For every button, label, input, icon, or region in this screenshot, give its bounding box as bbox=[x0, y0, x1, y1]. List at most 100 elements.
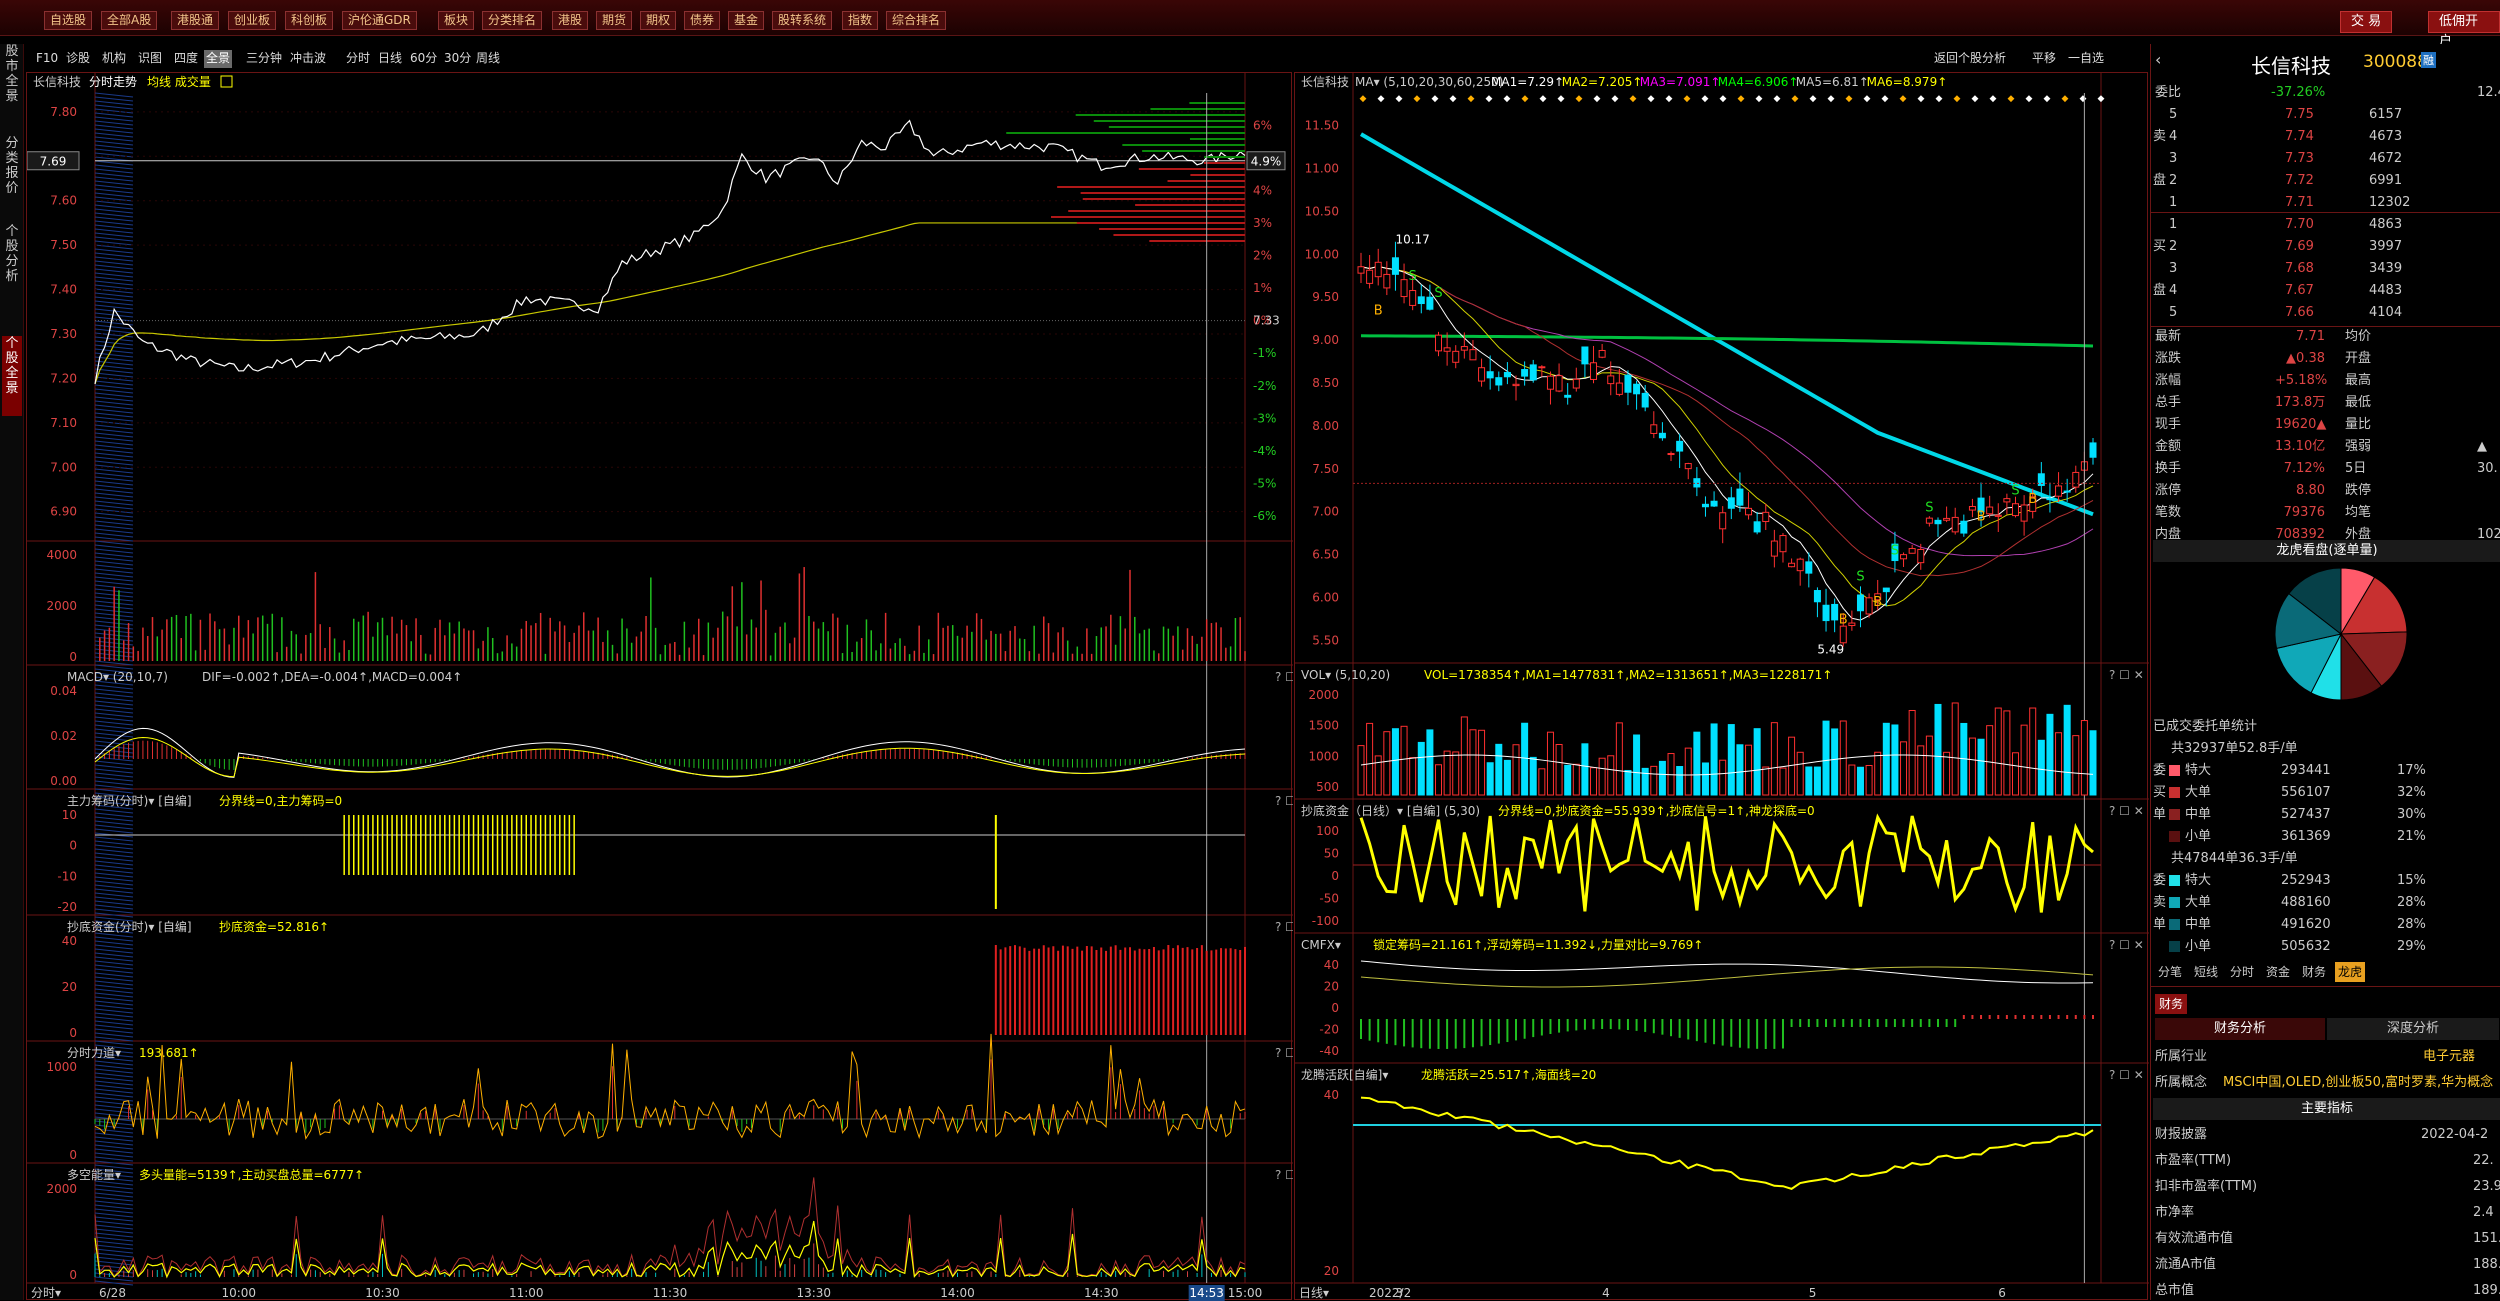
bottom-tab-4[interactable]: 财务 bbox=[2299, 962, 2329, 982]
menu-item-10[interactable]: 期权 bbox=[640, 11, 677, 30]
premarket-hatch bbox=[94, 1204, 134, 1210]
ask-price-2: 7.73 bbox=[2285, 151, 2314, 166]
premarket-hatch bbox=[94, 232, 134, 238]
candle-body bbox=[1469, 349, 1477, 361]
subbar-right-2[interactable]: 一自选 bbox=[2066, 50, 2106, 68]
menu-item-9[interactable]: 期货 bbox=[596, 11, 633, 30]
open-account-button[interactable]: 低佣开户 bbox=[2428, 11, 2500, 49]
subtab-5[interactable]: 全景 bbox=[204, 50, 233, 68]
subbar-right-1[interactable]: 平移 bbox=[2030, 50, 2058, 68]
candle-body bbox=[1426, 296, 1434, 310]
bottom-tab-5[interactable]: 龙虎 bbox=[2335, 962, 2366, 982]
left-tab-3[interactable]: 个股全景 bbox=[2, 336, 22, 416]
candle-body bbox=[1391, 257, 1399, 275]
pct-tag: 4.9% bbox=[1251, 155, 1282, 169]
k-ind-label-1-1: 50 bbox=[1324, 847, 1339, 861]
bottom-tab-3[interactable]: 资金 bbox=[2263, 962, 2293, 982]
k-price-label-8: 7.50 bbox=[1312, 462, 1339, 476]
bottom-tab-2[interactable]: 分时 bbox=[2227, 962, 2257, 982]
k-vol-bar bbox=[1460, 716, 1468, 796]
ind-label-0-2: 0.00 bbox=[50, 774, 77, 788]
premarket-hatch bbox=[94, 488, 134, 494]
menu-item-13[interactable]: 股转系统 bbox=[772, 11, 833, 30]
k-vol-bar bbox=[2037, 739, 2045, 796]
menu-item-14[interactable]: 指数 bbox=[842, 11, 879, 30]
ind-title-2: 抄底资金(分时)▾ [自编] bbox=[67, 919, 192, 934]
k-vol-bar bbox=[1607, 755, 1615, 796]
left-tab-strip: 股市全景分类报价个股分析个股全景 bbox=[0, 44, 24, 1300]
finance-sub-0[interactable]: 财务分析 bbox=[2155, 1018, 2325, 1040]
k-ind-label-3-1: 20 bbox=[1324, 1264, 1339, 1278]
premarket-hatch bbox=[94, 936, 134, 942]
menu-item-2[interactable]: 港股通 bbox=[171, 11, 220, 30]
premarket-hatch bbox=[94, 1152, 134, 1158]
left-tab-0[interactable]: 股市全景 bbox=[2, 44, 22, 104]
k-vol-bar bbox=[1572, 763, 1580, 796]
menu-item-0[interactable]: 自选股 bbox=[44, 11, 93, 30]
subtab-0[interactable]: F10 bbox=[34, 50, 60, 68]
premarket-hatch bbox=[94, 816, 134, 822]
finance-sub-1[interactable]: 深度分析 bbox=[2327, 1018, 2499, 1040]
k-ind-controls-0: ? ☐ ✕ bbox=[2109, 668, 2144, 682]
finance-tab[interactable]: 财务 bbox=[2155, 994, 2188, 1014]
subtab-6[interactable]: 三分钟 bbox=[244, 50, 284, 68]
candle-body bbox=[1813, 590, 1821, 603]
menu-item-3[interactable]: 创业板 bbox=[228, 11, 277, 30]
fin-row2-value-2: 23.9 bbox=[2473, 1179, 2500, 1194]
subtab-4[interactable]: 四度 bbox=[172, 50, 200, 68]
premarket-hatch bbox=[94, 388, 134, 394]
premarket-hatch bbox=[94, 560, 134, 566]
sell-pct-1: 28% bbox=[2397, 895, 2426, 910]
trade-button[interactable]: 交 易 bbox=[2340, 11, 2393, 33]
menu-item-6[interactable]: 板块 bbox=[438, 11, 475, 30]
premarket-hatch bbox=[94, 1144, 134, 1150]
subtab-1[interactable]: 诊股 bbox=[64, 50, 92, 68]
premarket-hatch bbox=[94, 896, 134, 902]
subtab-7[interactable]: 冲击波 bbox=[288, 50, 328, 68]
subtab-12[interactable]: 周线 bbox=[474, 50, 502, 68]
bottom-divider bbox=[2151, 986, 2500, 987]
fin-row-label-0: 所属行业 bbox=[2155, 1049, 2208, 1064]
k-vol-bar bbox=[1701, 762, 1709, 796]
buy-pct-1: 32% bbox=[2397, 785, 2426, 800]
k-ind-vals-0: VOL=1738354↑,MA1=1477831↑,MA2=1313651↑,M… bbox=[1424, 668, 1832, 682]
menu-item-15[interactable]: 综合排名 bbox=[886, 11, 947, 30]
candle-body bbox=[2011, 503, 2019, 517]
menu-item-11[interactable]: 债券 bbox=[684, 11, 721, 30]
bottom-tab-1[interactable]: 短线 bbox=[2191, 962, 2221, 982]
menu-item-1[interactable]: 全部A股 bbox=[101, 11, 158, 30]
k-vol-bar bbox=[2072, 735, 2080, 796]
bid-vol-4: 4104 bbox=[2369, 305, 2403, 320]
menu-item-4[interactable]: 科创板 bbox=[285, 11, 334, 30]
menu-item-12[interactable]: 基金 bbox=[728, 11, 765, 30]
left-tab-1[interactable]: 分类报价 bbox=[2, 136, 22, 216]
premarket-hatch bbox=[94, 92, 134, 98]
sell-pct-3: 29% bbox=[2397, 939, 2426, 954]
premarket-hatch bbox=[94, 1076, 134, 1082]
subtab-8[interactable]: 分时 bbox=[344, 50, 372, 68]
buy-side-1: 买 bbox=[2153, 785, 2167, 800]
k-marker-6: ◆ bbox=[1468, 94, 1475, 104]
premarket-hatch bbox=[94, 988, 134, 994]
subtab-11[interactable]: 30分 bbox=[442, 50, 473, 68]
candle-body bbox=[1856, 594, 1864, 612]
candle-body bbox=[1727, 497, 1735, 509]
k-ind-controls-3: ? ☐ ✕ bbox=[2109, 1068, 2144, 1082]
subbar-right-0[interactable]: 返回个股分析 bbox=[1932, 50, 2008, 68]
k-marker-18: ◆ bbox=[1684, 94, 1691, 104]
k-vol-bar bbox=[1813, 766, 1821, 796]
pct-label-7: -1% bbox=[1253, 346, 1276, 360]
menu-item-8[interactable]: 港股 bbox=[552, 11, 589, 30]
subtab-10[interactable]: 60分 bbox=[408, 50, 439, 68]
left-tab-2[interactable]: 个股分析 bbox=[2, 224, 22, 304]
menu-item-5[interactable]: 沪伦通GDR bbox=[342, 11, 417, 30]
bottom-tab-0[interactable]: 分笔 bbox=[2155, 962, 2185, 982]
subtab-3[interactable]: 识图 bbox=[136, 50, 164, 68]
buy-swatch-0 bbox=[2169, 765, 2180, 776]
subtab-9[interactable]: 日线 bbox=[376, 50, 404, 68]
premarket-hatch bbox=[94, 1220, 134, 1226]
menu-item-7[interactable]: 分类排名 bbox=[482, 11, 543, 30]
k-vol-bar bbox=[1400, 725, 1408, 796]
subtab-2[interactable]: 机构 bbox=[100, 50, 128, 68]
k-vol-bar bbox=[1684, 747, 1692, 796]
